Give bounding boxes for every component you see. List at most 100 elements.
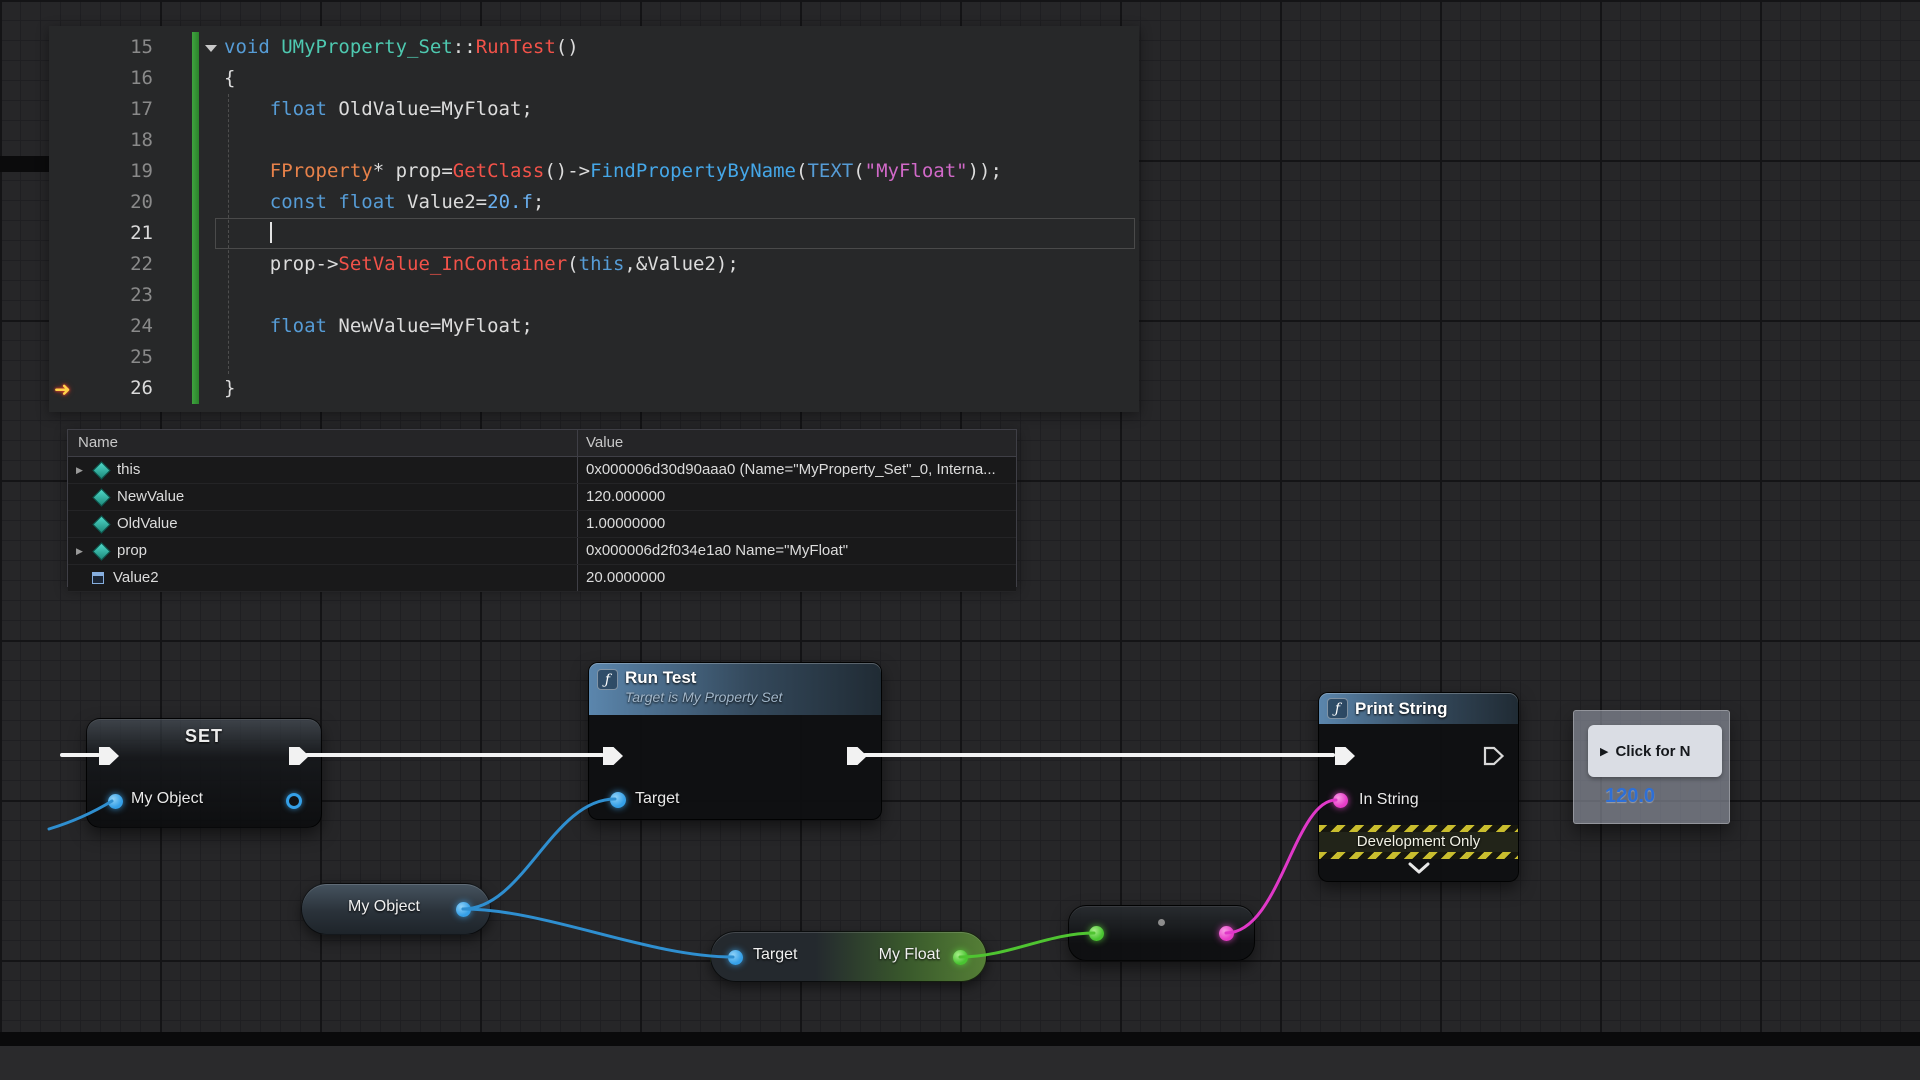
watch-row[interactable]: NewValue120.000000 bbox=[68, 484, 1016, 511]
fold-gutter[interactable] bbox=[153, 311, 224, 342]
fold-gutter[interactable] bbox=[153, 187, 224, 218]
watch-name-cell[interactable]: OldValue bbox=[68, 511, 577, 537]
watch-name-cell[interactable]: ▶this bbox=[68, 457, 577, 483]
background-band-bottom bbox=[0, 1032, 1920, 1046]
variable-value[interactable]: 120.000000 bbox=[577, 484, 1016, 510]
code-line[interactable]: 18 bbox=[49, 125, 1139, 156]
code-text[interactable] bbox=[224, 125, 1139, 156]
code-text[interactable]: float OldValue=MyFloat; bbox=[224, 94, 1139, 125]
code-line[interactable]: 21 bbox=[49, 218, 1139, 249]
fold-gutter[interactable] bbox=[153, 156, 224, 187]
breakpoint-margin[interactable] bbox=[49, 249, 87, 280]
fold-gutter[interactable] bbox=[153, 218, 224, 249]
fold-gutter[interactable] bbox=[153, 249, 224, 280]
get-my-float-node[interactable]: Target My Float bbox=[710, 931, 987, 982]
code-text[interactable]: FProperty* prop=GetClass()->FindProperty… bbox=[224, 156, 1139, 187]
watch-name-cell[interactable]: Value2 bbox=[68, 565, 577, 591]
debug-watch-bubble[interactable]: ▶ Click for N 120.0 bbox=[1573, 710, 1730, 824]
code-line[interactable]: ➜26} bbox=[49, 373, 1139, 404]
breakpoint-margin[interactable] bbox=[49, 218, 87, 249]
code-line[interactable]: 23 bbox=[49, 280, 1139, 311]
code-text[interactable]: void UMyProperty_Set::RunTest() bbox=[224, 32, 1139, 63]
target-input-pin[interactable] bbox=[728, 950, 743, 965]
fold-gutter[interactable] bbox=[153, 32, 224, 63]
object-wire-myobject-to-getter bbox=[463, 909, 733, 957]
blueprint-graph-canvas[interactable]: SET My Object ƒ Run Test Target is My Pr… bbox=[0, 0, 1920, 1080]
watch-column-value[interactable]: Value bbox=[577, 430, 1016, 456]
exec-out-pin[interactable] bbox=[1483, 746, 1505, 766]
variable-value[interactable]: 1.00000000 bbox=[577, 511, 1016, 537]
string-output-pin[interactable] bbox=[1219, 926, 1234, 941]
code-line[interactable]: 20 const float Value2=20.f; bbox=[49, 187, 1139, 218]
in-string-input-pin[interactable] bbox=[1333, 793, 1348, 808]
breakpoint-margin[interactable] bbox=[49, 156, 87, 187]
fold-gutter[interactable] bbox=[153, 373, 224, 404]
object-variable-icon bbox=[92, 515, 110, 533]
variable-value[interactable]: 0x000006d2f034e1a0 Name="MyFloat" bbox=[577, 538, 1016, 564]
debug-bubble-header[interactable]: ▶ Click for N bbox=[1588, 725, 1722, 777]
exec-out-pin[interactable] bbox=[846, 746, 868, 766]
fold-gutter[interactable] bbox=[153, 342, 224, 373]
target-pin-label: Target bbox=[635, 790, 679, 808]
set-node[interactable]: SET My Object bbox=[86, 718, 322, 828]
code-line[interactable]: 19 FProperty* prop=GetClass()->FindPrope… bbox=[49, 156, 1139, 187]
breakpoint-margin[interactable] bbox=[49, 187, 87, 218]
code-line[interactable]: 16{ bbox=[49, 63, 1139, 94]
breakpoint-margin[interactable] bbox=[49, 63, 87, 94]
breakpoint-margin[interactable] bbox=[49, 280, 87, 311]
expander-icon[interactable]: ▶ bbox=[76, 538, 92, 564]
fold-gutter[interactable] bbox=[153, 280, 224, 311]
variable-value[interactable]: 0x000006d30d90aaa0 (Name="MyProperty_Set… bbox=[577, 457, 1016, 483]
run-test-node[interactable]: ƒ Run Test Target is My Property Set Tar… bbox=[588, 662, 882, 820]
exec-in-pin[interactable] bbox=[602, 746, 624, 766]
conversion-node[interactable] bbox=[1068, 905, 1255, 961]
code-line[interactable]: 25 bbox=[49, 342, 1139, 373]
float-input-pin[interactable] bbox=[1089, 926, 1104, 941]
my-object-variable-node[interactable]: My Object bbox=[301, 883, 491, 935]
code-line[interactable]: 15void UMyProperty_Set::RunTest() bbox=[49, 32, 1139, 63]
fold-gutter[interactable] bbox=[153, 63, 224, 94]
print-string-node[interactable]: ƒ Print String In String Development Onl… bbox=[1318, 692, 1519, 882]
code-text[interactable]: float NewValue=MyFloat; bbox=[224, 311, 1139, 342]
my-object-output-pin[interactable] bbox=[286, 793, 302, 809]
expander-icon[interactable]: ▶ bbox=[76, 457, 92, 483]
code-text[interactable] bbox=[224, 280, 1139, 311]
fold-gutter[interactable] bbox=[153, 94, 224, 125]
fold-gutter[interactable] bbox=[153, 125, 224, 156]
code-text[interactable] bbox=[224, 218, 1139, 249]
collapse-chevron-icon[interactable] bbox=[205, 45, 217, 52]
target-input-pin[interactable] bbox=[610, 792, 626, 808]
exec-in-pin[interactable] bbox=[98, 746, 120, 766]
my-object-input-pin[interactable] bbox=[108, 794, 123, 809]
exec-out-pin[interactable] bbox=[288, 746, 310, 766]
watch-row[interactable]: ▶prop0x000006d2f034e1a0 Name="MyFloat" bbox=[68, 538, 1016, 565]
breakpoint-margin[interactable] bbox=[49, 311, 87, 342]
my-float-output-pin[interactable] bbox=[953, 950, 968, 965]
code-text[interactable]: { bbox=[224, 63, 1139, 94]
variable-value[interactable]: 20.0000000 bbox=[577, 565, 1016, 591]
watch-row[interactable]: OldValue1.00000000 bbox=[68, 511, 1016, 538]
code-text[interactable]: prop->SetValue_InContainer(this,&Value2)… bbox=[224, 249, 1139, 280]
watch-column-name[interactable]: Name bbox=[68, 430, 577, 456]
code-line[interactable]: 22 prop->SetValue_InContainer(this,&Valu… bbox=[49, 249, 1139, 280]
code-text[interactable] bbox=[224, 342, 1139, 373]
code-line[interactable]: 17 float OldValue=MyFloat; bbox=[49, 94, 1139, 125]
line-number: 25 bbox=[87, 342, 153, 373]
watch-name-cell[interactable]: ▶prop bbox=[68, 538, 577, 564]
run-test-title: Run Test bbox=[625, 668, 782, 688]
chevron-down-icon[interactable] bbox=[1408, 861, 1430, 879]
code-text[interactable]: const float Value2=20.f; bbox=[224, 187, 1139, 218]
breakpoint-margin[interactable] bbox=[49, 94, 87, 125]
breakpoint-margin[interactable] bbox=[49, 342, 87, 373]
code-line[interactable]: 24 float NewValue=MyFloat; bbox=[49, 311, 1139, 342]
run-test-header: ƒ Run Test Target is My Property Set bbox=[589, 663, 881, 715]
code-text[interactable]: } bbox=[224, 373, 1139, 404]
breakpoint-margin[interactable]: ➜ bbox=[49, 373, 87, 404]
my-object-output-pin[interactable] bbox=[456, 902, 471, 917]
breakpoint-margin[interactable] bbox=[49, 125, 87, 156]
watch-row[interactable]: Value220.0000000 bbox=[68, 565, 1016, 592]
watch-row[interactable]: ▶this0x000006d30d90aaa0 (Name="MyPropert… bbox=[68, 457, 1016, 484]
exec-in-pin[interactable] bbox=[1334, 746, 1356, 766]
watch-name-cell[interactable]: NewValue bbox=[68, 484, 577, 510]
breakpoint-margin[interactable] bbox=[49, 32, 87, 63]
